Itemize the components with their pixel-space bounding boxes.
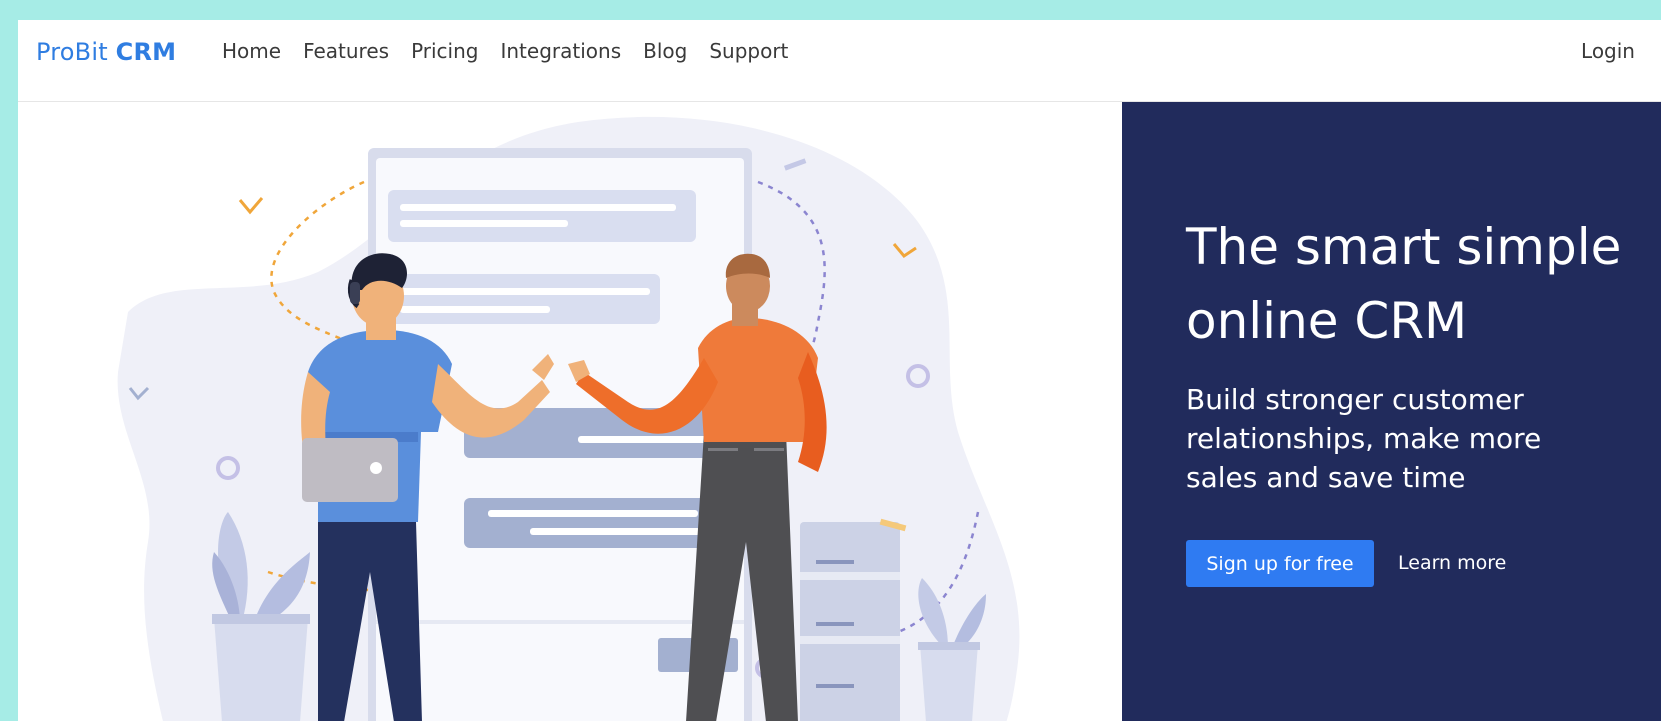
brand-name-light: ProBit	[36, 38, 108, 66]
doc-line	[488, 510, 698, 517]
nav-link-home[interactable]: Home	[211, 39, 292, 63]
doc-block-1	[388, 190, 696, 242]
doc-line	[400, 220, 568, 227]
hero-headline: The smart simple online CRM	[1186, 218, 1622, 350]
nav-link-blog[interactable]: Blog	[632, 39, 698, 63]
learn-more-link[interactable]: Learn more	[1398, 540, 1506, 587]
doc-divider	[376, 620, 744, 624]
cabinet-handle	[816, 560, 854, 564]
headset-icon	[350, 282, 360, 304]
doc-line	[578, 436, 718, 443]
filing-cabinet	[800, 522, 900, 721]
two-people-conversation-illustration	[117, 116, 1020, 721]
nav-link-features[interactable]: Features	[292, 39, 400, 63]
doc-line	[400, 288, 650, 295]
laptop	[302, 438, 398, 502]
brand-name-bold: CRM	[115, 38, 177, 66]
cabinet-handle	[816, 622, 854, 626]
doc-block-2	[388, 274, 660, 324]
nav-link-support[interactable]: Support	[698, 39, 799, 63]
nav-link-integrations[interactable]: Integrations	[489, 39, 632, 63]
hero-illustration-panel	[18, 102, 1122, 721]
brand-logo[interactable]: ProBit CRM	[36, 38, 176, 66]
cabinet-divider	[800, 572, 900, 580]
nav-links: Home Features Pricing Integrations Blog …	[211, 39, 799, 63]
doc-line	[400, 306, 550, 313]
cabinet-handle	[816, 684, 854, 688]
nav-link-pricing[interactable]: Pricing	[400, 39, 489, 63]
top-navbar: ProBit CRM Home Features Pricing Integra…	[18, 20, 1661, 102]
signup-button[interactable]: Sign up for free	[1186, 540, 1374, 587]
login-link[interactable]: Login	[1581, 39, 1635, 63]
doc-block-4	[464, 498, 734, 548]
doc-line	[400, 204, 676, 211]
hero-subline: Build stronger customer relationships, m…	[1186, 383, 1542, 494]
doc-line	[530, 528, 700, 535]
hero-text-panel: The smart simple online CRM Build strong…	[1122, 102, 1661, 721]
checkmark-decoration	[238, 197, 264, 215]
page-frame: ProBit CRM Home Features Pricing Integra…	[18, 20, 1661, 721]
cabinet-divider	[800, 636, 900, 644]
